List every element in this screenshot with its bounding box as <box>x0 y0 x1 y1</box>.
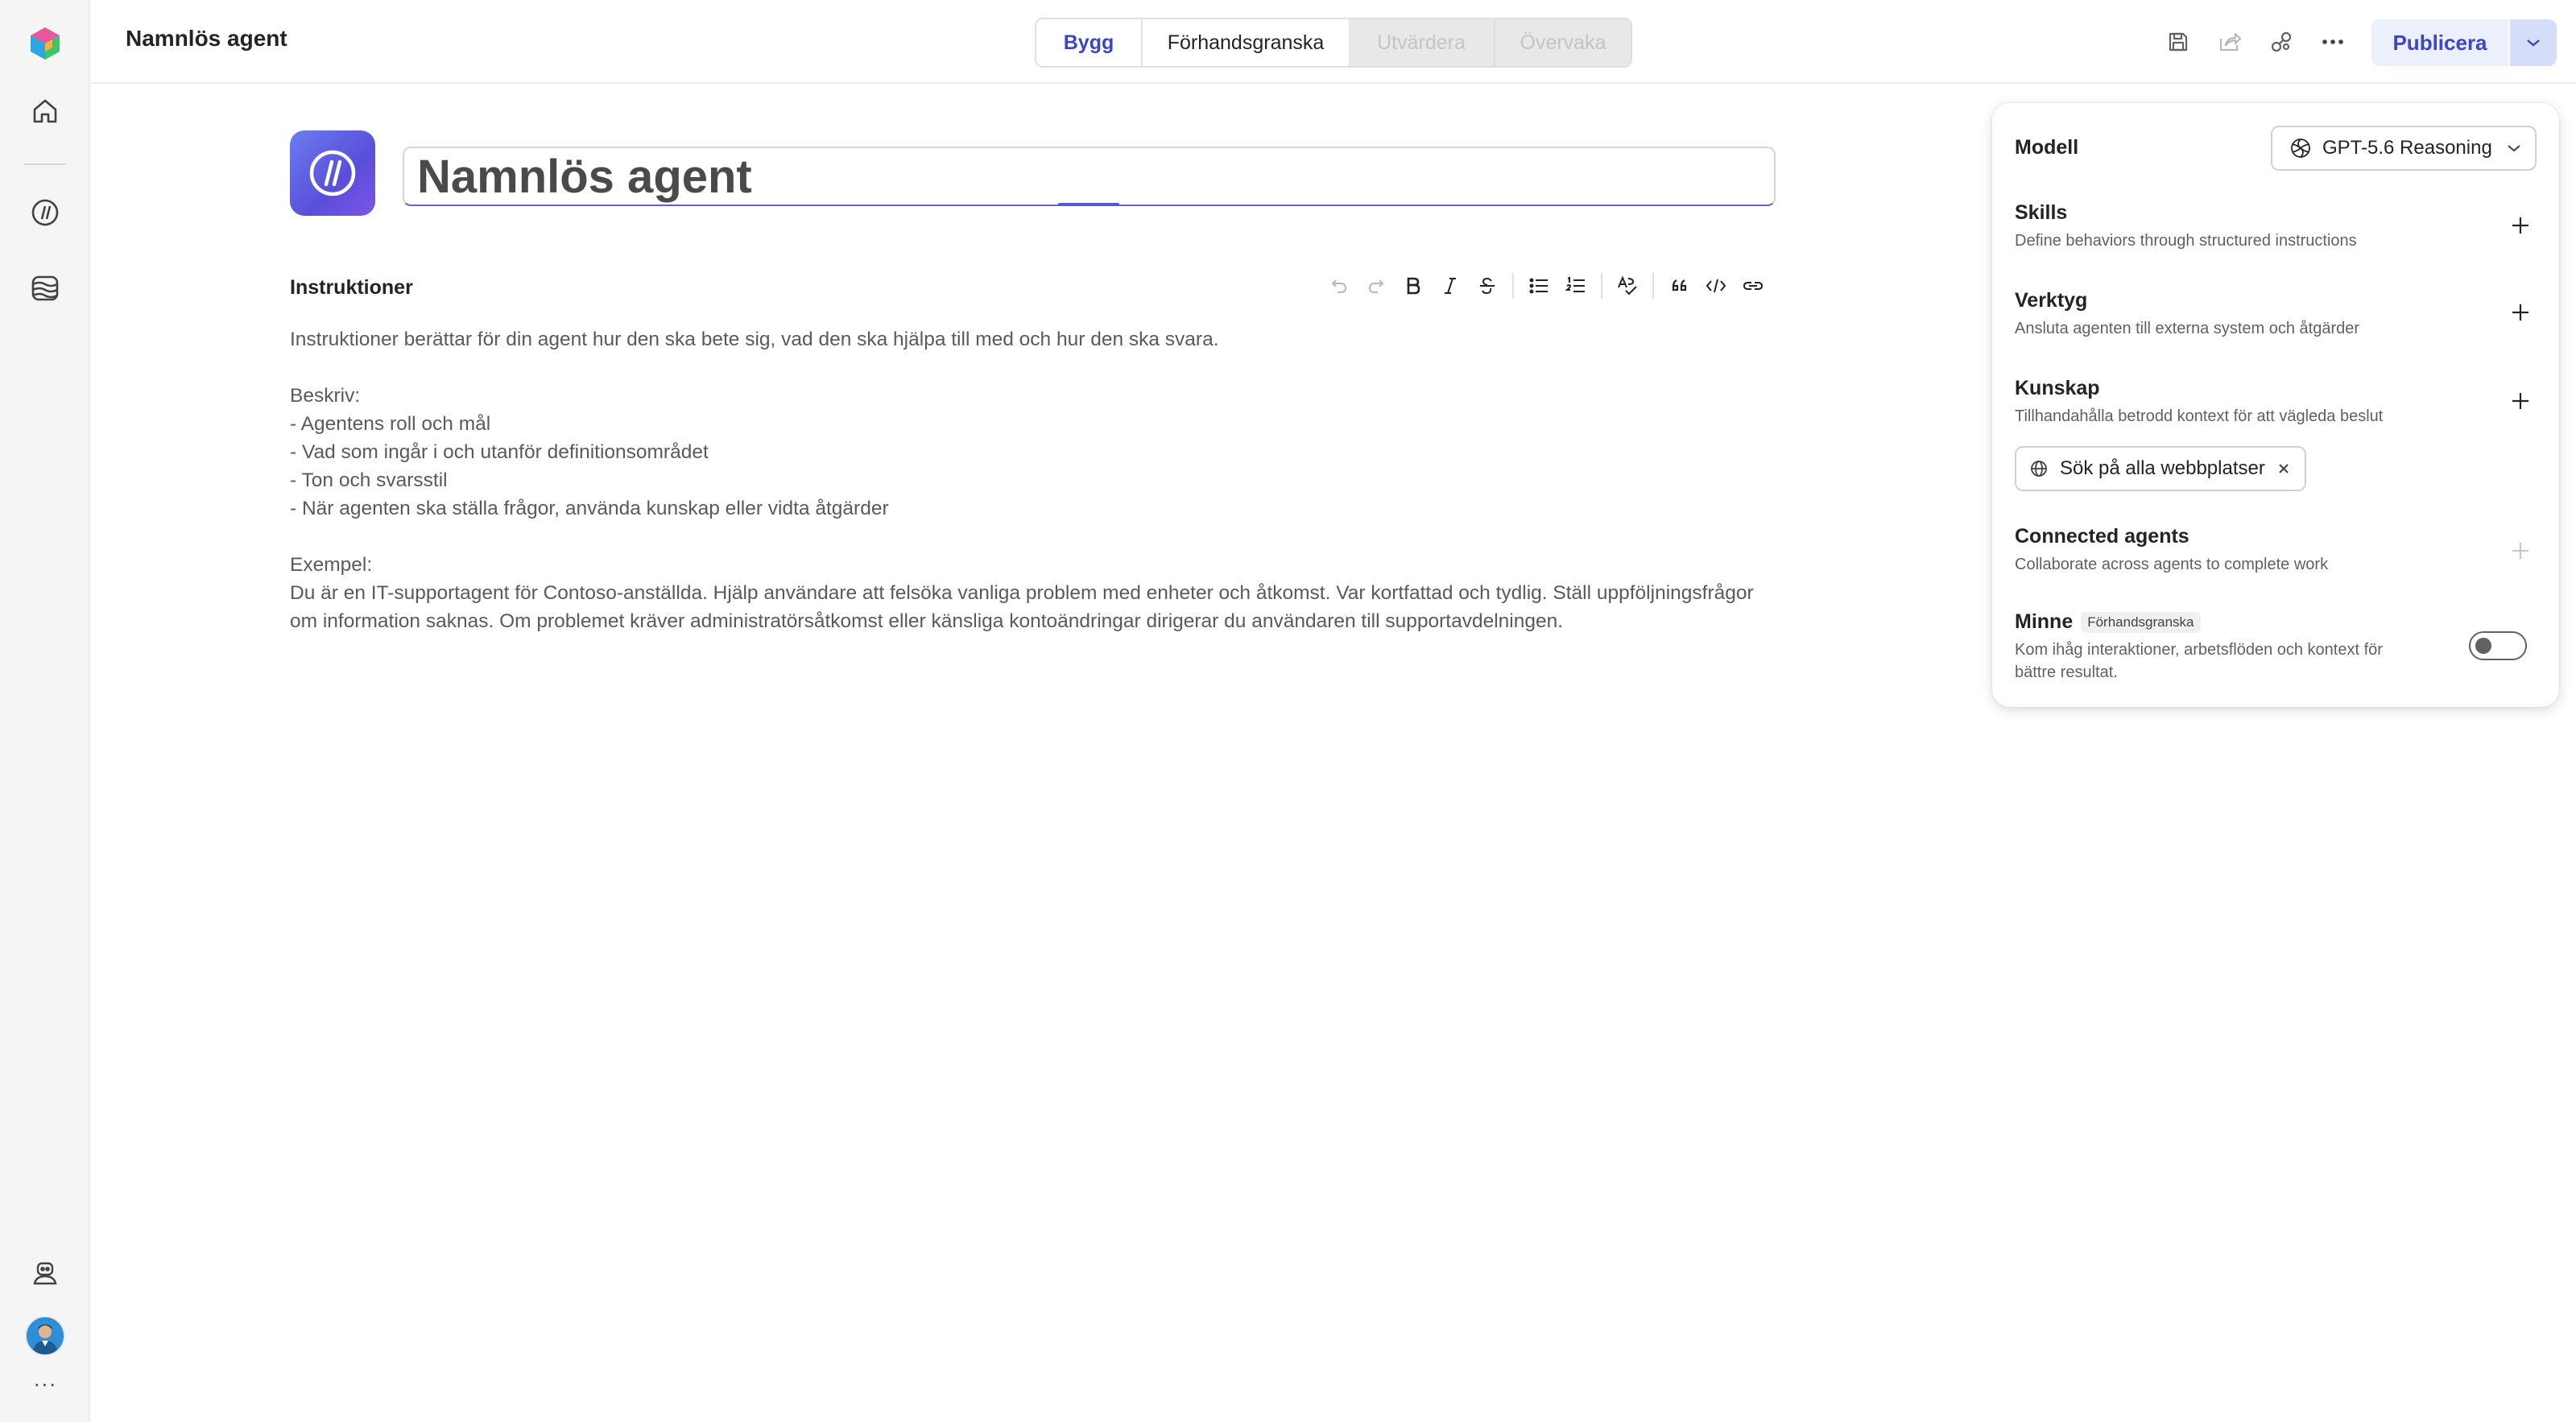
model-dropdown[interactable]: GPT-5.6 Reasoning <box>2271 126 2537 171</box>
rail-divider <box>24 163 66 165</box>
skills-description: Define behaviors through structured inst… <box>2015 232 2357 250</box>
top-bar: Namnlös agent Bygg Förhandsgranska Utvär… <box>92 0 2576 84</box>
skills-title: Skills <box>2015 201 2068 224</box>
editor-toolbar <box>1321 271 1772 301</box>
bold-icon[interactable] <box>1395 271 1432 301</box>
bullet-list-icon[interactable] <box>1520 271 1557 301</box>
memory-description: Kom ihåg interaktioner, arbetsflöden och… <box>2015 641 2383 659</box>
publish-split-button: Publicera <box>2371 19 2557 66</box>
connected-agents-title: Connected agents <box>2015 525 2189 548</box>
mode-tabs: Bygg Förhandsgranska Utvärdera Övervaka <box>1035 18 1632 68</box>
quote-icon[interactable] <box>1660 271 1697 301</box>
globe-icon <box>2031 461 2047 477</box>
add-connected-agent-button <box>2506 536 2535 565</box>
openai-icon <box>2291 138 2310 158</box>
add-skill-button[interactable] <box>2506 211 2535 240</box>
tab-monitor: Övervaka <box>1494 19 1631 66</box>
instructions-editor[interactable]: Instruktioner berättar för din agent hur… <box>290 325 1780 635</box>
numbered-list-icon[interactable] <box>1557 271 1594 301</box>
chevron-down-icon <box>2508 145 2520 152</box>
toolbar-divider <box>1601 273 1602 299</box>
toolbar-divider <box>1652 273 1654 299</box>
instructions-label: Instruktioner <box>290 276 413 299</box>
app-logo-icon[interactable] <box>23 21 68 66</box>
chip-label: Sök på alla webbplatser <box>2060 457 2265 479</box>
page-title: Namnlös agent <box>126 26 287 51</box>
model-label: Modell <box>2015 136 2079 159</box>
avatar[interactable] <box>25 1316 65 1356</box>
agent-name-input[interactable] <box>403 147 1776 206</box>
library-icon[interactable] <box>23 266 68 311</box>
plus-icon <box>2512 543 2528 559</box>
plus-icon <box>2512 304 2528 320</box>
toolbar-divider <box>1512 273 1514 299</box>
instruction-line: Beskriv: <box>290 385 361 407</box>
undo-icon[interactable] <box>1321 271 1358 301</box>
assistant-icon[interactable] <box>23 1250 68 1296</box>
agent-icon[interactable] <box>290 130 375 216</box>
link-icon[interactable] <box>2265 26 2297 58</box>
link-icon[interactable] <box>1735 271 1772 301</box>
instruction-line: om information saknas. Om problemet kräv… <box>290 610 1564 632</box>
web-search-chip[interactable]: Sök på alla webbplatser <box>2015 446 2306 491</box>
memory-title: Minne Förhandsgranska <box>2015 610 2201 634</box>
instruction-line: - Ton och svarsstil <box>290 469 448 491</box>
strikethrough-icon[interactable] <box>1469 271 1506 301</box>
knowledge-description: Tillhandahålla betrodd kontext för att v… <box>2015 407 2384 425</box>
instruction-line: Du är en IT-supportagent för Contoso-ans… <box>290 582 1754 604</box>
knowledge-title: Kunskap <box>2015 377 2100 399</box>
italic-icon[interactable] <box>1432 271 1469 301</box>
instruction-line: Exempel: <box>290 554 373 576</box>
model-value: GPT-5.6 Reasoning <box>2322 137 2492 159</box>
instruction-line: - När agenten ska ställa frågor, använda… <box>290 498 889 519</box>
code-icon[interactable] <box>1697 271 1735 301</box>
share-icon[interactable] <box>2214 26 2246 58</box>
save-icon[interactable] <box>2162 26 2194 58</box>
toggle-knob <box>2475 638 2491 654</box>
publish-button[interactable]: Publicera <box>2371 19 2508 66</box>
plus-icon <box>2512 393 2528 409</box>
publish-options-button[interactable] <box>2510 19 2557 66</box>
add-knowledge-button[interactable] <box>2506 387 2535 415</box>
config-panel: Modell GPT-5.6 Reasoning Skills Define b… <box>1992 103 2559 707</box>
tab-build[interactable]: Bygg <box>1036 19 1141 66</box>
input-focus-indicator <box>1058 203 1119 206</box>
preview-badge: Förhandsgranska <box>2081 612 2201 634</box>
connected-agents-description: Collaborate across agents to complete wo… <box>2015 556 2329 573</box>
tools-description: Ansluta agenten till externa system och … <box>2015 320 2360 337</box>
redo-icon[interactable] <box>1358 271 1395 301</box>
agents-icon[interactable] <box>23 190 68 235</box>
add-tool-button[interactable] <box>2506 298 2535 327</box>
memory-description-cont: bättre resultat. <box>2015 663 2118 681</box>
memory-toggle[interactable] <box>2469 631 2527 660</box>
left-rail: ··· <box>0 0 90 1422</box>
spellcheck-icon[interactable] <box>1609 271 1646 301</box>
instruction-line: - Agentens roll och mål <box>290 413 491 435</box>
chevron-down-icon <box>2527 39 2540 47</box>
tools-title: Verktyg <box>2015 289 2088 312</box>
more-icon[interactable] <box>2317 26 2349 58</box>
tab-preview[interactable]: Förhandsgranska <box>1141 19 1349 66</box>
instruction-line: Instruktioner berättar för din agent hur… <box>290 329 1219 350</box>
close-icon[interactable] <box>2276 461 2291 476</box>
tab-evaluate: Utvärdera <box>1377 31 1466 54</box>
home-icon[interactable] <box>23 89 68 134</box>
plus-icon <box>2512 217 2528 234</box>
rail-more-icon[interactable]: ··· <box>23 1367 68 1399</box>
instruction-line: - Vad som ingår i och utanför definition… <box>290 441 709 463</box>
memory-label: Minne <box>2015 610 2074 633</box>
